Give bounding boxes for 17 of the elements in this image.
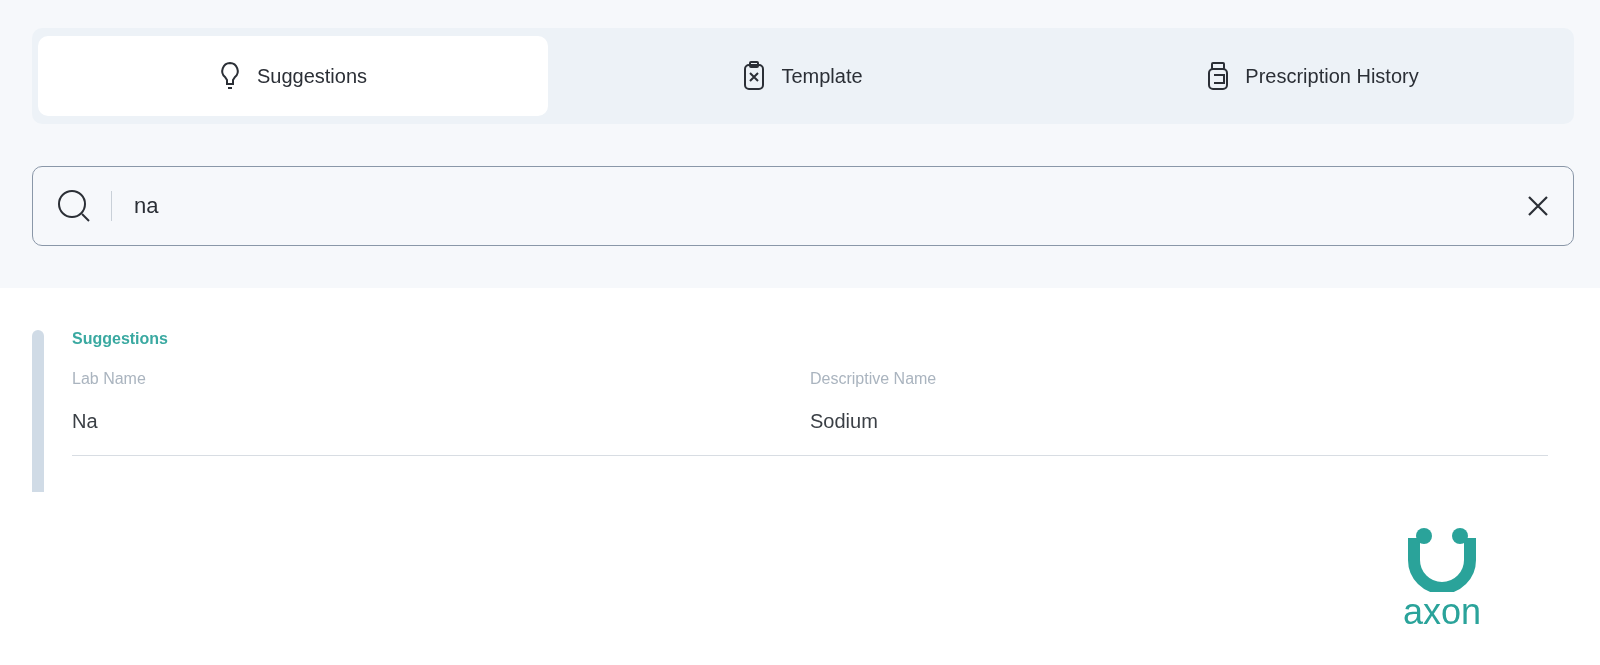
lightbulb-icon <box>218 61 241 91</box>
column-header: Lab Name <box>72 370 147 388</box>
close-button[interactable] <box>1527 195 1549 217</box>
column-header: Descriptive Name <box>810 370 938 388</box>
tab[interactable]: Suggestions <box>38 36 548 116</box>
table-cell-text: Na <box>72 410 99 433</box>
search-icon <box>57 189 91 223</box>
search-field[interactable]: na <box>32 166 1574 246</box>
search-input[interactable]: na <box>132 192 1507 220</box>
bottle-icon <box>1207 61 1230 91</box>
logo-text: axon <box>1402 594 1482 630</box>
section-heading: Suggestions <box>72 330 169 348</box>
table-cell-text: Sodium <box>810 410 879 433</box>
tab[interactable]: Template <box>548 36 1058 116</box>
scrollbar[interactable] <box>32 330 44 492</box>
clipboard-icon <box>743 61 766 91</box>
tab[interactable]: Prescription History <box>1058 36 1568 116</box>
